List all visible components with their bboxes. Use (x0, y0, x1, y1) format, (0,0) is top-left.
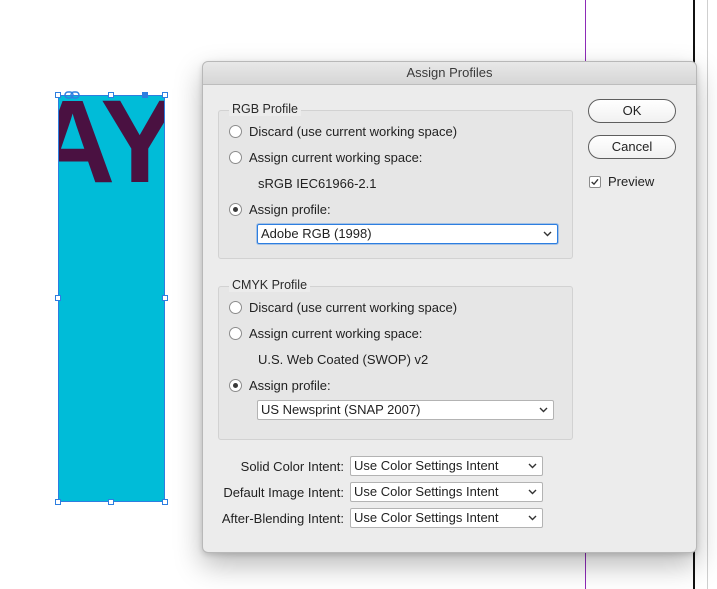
preview-checkbox[interactable] (589, 175, 601, 188)
rgb-profile-legend: RGB Profile (229, 102, 301, 116)
rgb-assign-current-radio[interactable] (229, 150, 242, 164)
cmyk-discard-label: Discard (use current working space) (249, 299, 458, 315)
rgb-assign-profile-label: Assign profile: (249, 201, 331, 217)
link-icon[interactable] (64, 90, 80, 100)
rgb-discard-label: Discard (use current working space) (249, 123, 458, 139)
handle-middle-right[interactable] (162, 295, 168, 301)
default-image-intent-select[interactable]: Use Color Settings Intent (350, 482, 543, 502)
handle-bottom-right[interactable] (162, 499, 168, 505)
dialog-title: Assign Profiles (203, 62, 696, 85)
rgb-current-space: sRGB IEC61966-2.1 (258, 176, 377, 191)
cmyk-discard-option[interactable]: Discard (use current working space) (229, 298, 457, 316)
handle-top-right[interactable] (162, 92, 168, 98)
chevron-down-icon (528, 489, 537, 495)
default-image-intent-label: Default Image Intent: (223, 485, 344, 500)
after-blending-intent-label: After-Blending Intent: (221, 511, 344, 526)
cmyk-assign-profile-radio[interactable] (229, 378, 242, 392)
rgb-assign-profile-radio[interactable] (229, 202, 242, 216)
default-image-intent-value: Use Color Settings Intent (354, 484, 499, 499)
rgb-profile-select[interactable]: Adobe RGB (1998) (257, 224, 558, 244)
after-blending-intent-select[interactable]: Use Color Settings Intent (350, 508, 543, 528)
handle-bottom-left[interactable] (55, 499, 61, 505)
preview-option[interactable]: Preview (589, 174, 654, 189)
cmyk-assign-current-label: Assign current working space: (249, 325, 423, 341)
chevron-down-icon (528, 515, 537, 521)
cmyk-current-space: U.S. Web Coated (SWOP) v2 (258, 352, 429, 367)
preview-label: Preview (608, 174, 655, 189)
solid-color-intent-select[interactable]: Use Color Settings Intent (350, 456, 543, 476)
chevron-down-icon (528, 463, 537, 469)
handle-top-left[interactable] (55, 92, 61, 98)
cmyk-discard-radio[interactable] (229, 300, 242, 314)
assign-profiles-dialog: Assign Profiles RGB Profile Discard (use… (202, 61, 697, 553)
ok-button[interactable]: OK (588, 99, 676, 123)
content-grabber-handle[interactable] (142, 92, 148, 98)
rgb-assign-profile-option[interactable]: Assign profile: (229, 200, 331, 218)
cancel-button[interactable]: Cancel (588, 135, 676, 159)
handle-top-center[interactable] (108, 92, 114, 98)
handle-bottom-center[interactable] (108, 499, 114, 505)
rgb-discard-radio[interactable] (229, 124, 242, 138)
after-blending-intent-value: Use Color Settings Intent (354, 510, 499, 525)
cmyk-profile-value: US Newsprint (SNAP 2007) (261, 402, 421, 417)
chevron-down-icon (543, 231, 552, 237)
image-frame[interactable]: AY (58, 95, 165, 502)
checkmark-icon (591, 178, 599, 185)
cmyk-profile-select[interactable]: US Newsprint (SNAP 2007) (257, 400, 554, 420)
rgb-discard-option[interactable]: Discard (use current working space) (229, 122, 457, 140)
bleed-edge (707, 0, 708, 589)
cmyk-assign-profile-label: Assign profile: (249, 377, 331, 393)
solid-color-intent-label: Solid Color Intent: (240, 459, 344, 474)
cmyk-assign-current-radio[interactable] (229, 326, 242, 340)
rgb-profile-value: Adobe RGB (1998) (261, 226, 372, 241)
cmyk-assign-current-option[interactable]: Assign current working space: (229, 324, 422, 342)
rgb-assign-current-option[interactable]: Assign current working space: (229, 148, 422, 166)
cmyk-profile-legend: CMYK Profile (229, 278, 311, 292)
frame-text: AY (58, 95, 165, 208)
handle-middle-left[interactable] (55, 295, 61, 301)
solid-color-intent-value: Use Color Settings Intent (354, 458, 499, 473)
chevron-down-icon (539, 407, 548, 413)
rgb-assign-current-label: Assign current working space: (249, 149, 423, 165)
cmyk-assign-profile-option[interactable]: Assign profile: (229, 376, 331, 394)
